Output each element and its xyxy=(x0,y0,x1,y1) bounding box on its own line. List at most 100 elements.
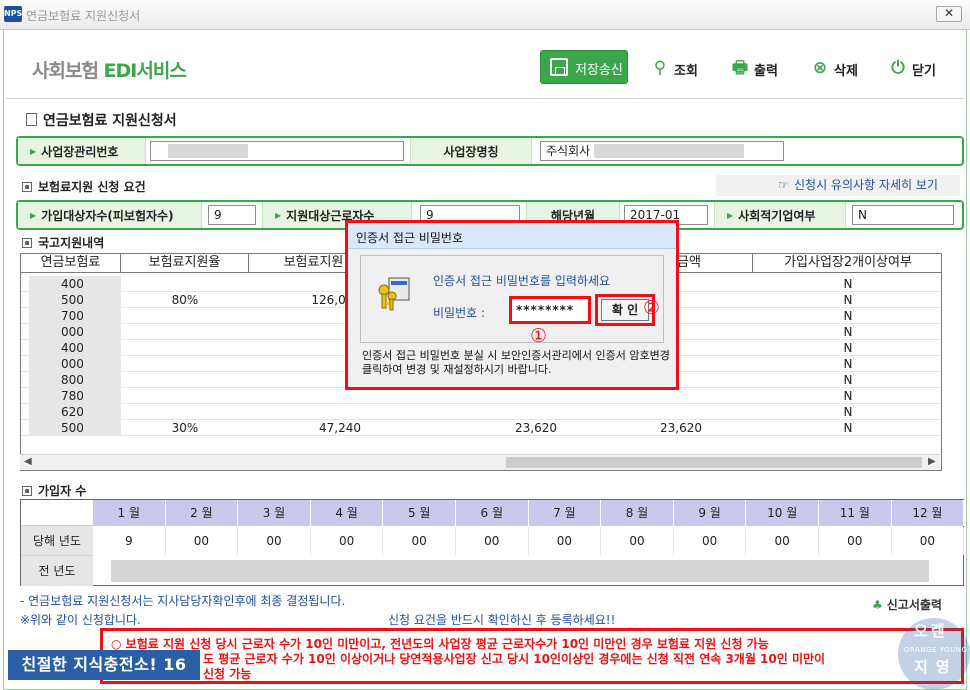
delete-button[interactable]: ⊗ 삭제 xyxy=(810,52,862,86)
watermark-top-text: 오렌 xyxy=(914,622,948,640)
dialog-title-bar[interactable]: 인증서 접근 비밀번호 xyxy=(348,223,676,249)
dialog-prompt: 인증서 접근 비밀번호를 입력하세요 xyxy=(433,274,611,288)
month-header: 12 월 xyxy=(891,500,965,526)
table-cell xyxy=(249,388,369,404)
search-button[interactable]: ⚲ 조회 xyxy=(650,52,702,86)
warning-line-2: 도 평균 근로자 수가 10인 이상이거나 당연적용사업장 신고 당시 10인이… xyxy=(203,652,826,666)
table-cell: 500 xyxy=(29,292,121,308)
table-cell: 000 xyxy=(29,356,121,372)
month-header: 5 월 xyxy=(383,500,456,526)
month-value-cell[interactable]: 00 xyxy=(674,527,747,555)
arrow-icon: ▶ xyxy=(30,210,37,220)
month-header: 10 월 xyxy=(746,500,819,526)
confirm-button[interactable]: 확 인 xyxy=(601,299,649,321)
corner-cell xyxy=(21,500,93,526)
table-cell: 000 xyxy=(29,324,121,340)
arrow-icon: ▶ xyxy=(30,146,37,156)
search-pin-icon: ⚲ xyxy=(653,58,667,78)
subscribers-section-title: 가입자 수 xyxy=(22,482,86,499)
table-cell xyxy=(121,388,249,404)
column-header[interactable]: 보험료지원율 xyxy=(121,254,249,273)
requirements-title-text: 보험료지원 신청 요건 xyxy=(38,180,146,194)
month-value-cell[interactable]: 9 xyxy=(93,527,166,555)
dialog-content-panel: 인증서 접근 비밀번호를 입력하세요 비밀번호 : ******** 확 인 xyxy=(360,255,664,343)
certificate-password-dialog: 인증서 접근 비밀번호 인증서 접근 비밀번호를 입력하세요 비밀번호 : **… xyxy=(345,220,679,390)
printer-icon: 🖶 xyxy=(731,58,749,78)
month-value-cell[interactable]: 00 xyxy=(383,527,456,555)
header-divider xyxy=(6,98,964,99)
subscribers-field[interactable]: 9 xyxy=(208,205,256,225)
form-title-text: 연금보험료 지원신청서 xyxy=(43,113,177,129)
month-value-cell[interactable]: 00 xyxy=(456,527,529,555)
column-header[interactable]: 가입사업장2개이상여부 xyxy=(753,254,941,273)
month-value-cell[interactable]: 00 xyxy=(166,527,239,555)
window-title: 연금보험료 지원신청서 xyxy=(26,9,141,23)
close-button[interactable]: ⏻ 닫기 xyxy=(888,52,940,86)
mgmt-no-field[interactable] xyxy=(150,141,404,161)
save-send-button[interactable]: 저장송신 xyxy=(540,50,628,84)
table-cell xyxy=(379,404,565,420)
social-enterprise-field[interactable]: N xyxy=(852,205,954,225)
app-icon: NPS xyxy=(4,6,22,22)
scroll-right-icon[interactable]: ▶ xyxy=(928,456,936,467)
month-value-cell[interactable]: 00 xyxy=(529,527,602,555)
month-header: 7 월 xyxy=(528,500,602,526)
table-cell: 400 xyxy=(29,276,121,292)
table-cell xyxy=(121,276,249,292)
table-cell: 780 xyxy=(29,388,121,404)
subscribers-label-text: 가입대상자수(피보험자수) xyxy=(41,208,174,223)
month-value-cell[interactable]: 00 xyxy=(311,527,384,555)
month-value-cell[interactable]: 00 xyxy=(819,527,892,555)
delete-label: 삭제 xyxy=(834,64,858,79)
column-header[interactable]: 연금보험료 xyxy=(21,254,121,273)
footer-note-2: ※위와 같이 신청합니다. xyxy=(20,613,141,627)
subscribers-label: ▶ 가입대상자수(피보험자수) xyxy=(18,202,202,228)
previous-year-label: 전 년도 xyxy=(21,556,93,586)
tree-icon: ♣ xyxy=(872,598,883,612)
table-cell xyxy=(379,388,565,404)
footer-note-1: - 연금보험료 지원신청서는 지사담당자확인후에 최종 결정됩니다. xyxy=(20,594,346,608)
arrow-icon: ▶ xyxy=(275,210,282,220)
section-bullet-icon xyxy=(22,238,32,248)
table-cell: 620 xyxy=(29,404,121,420)
table-row[interactable]: 620 N xyxy=(21,404,941,420)
scroll-left-icon[interactable]: ◀ xyxy=(24,456,32,467)
month-header: 11 월 xyxy=(819,500,892,526)
business-name-field[interactable]: 주식회사 xyxy=(540,141,784,161)
month-value-cell[interactable]: 00 xyxy=(601,527,674,555)
scroll-thumb[interactable] xyxy=(506,457,922,468)
month-value-cell[interactable]: 00 xyxy=(746,527,819,555)
table-row[interactable]: 780 N xyxy=(21,388,941,404)
print-label: 출력 xyxy=(754,64,778,79)
table-cell: 23,620 xyxy=(515,421,557,435)
report-print-button[interactable]: ♣ 신고서출력 xyxy=(872,596,942,613)
previous-year-masked-cells xyxy=(111,560,929,582)
month-value-cell[interactable]: 00 xyxy=(892,527,965,555)
subscribers-title-text: 가입자 수 xyxy=(38,484,87,498)
notice-link-text: 신청시 유의사항 자세히 보기 xyxy=(794,178,938,192)
footer-note-3: 신청 요건을 반드시 확인하신 후 등록하세요!! xyxy=(388,613,616,627)
social-enterprise-label-text: 사회적기업여부 xyxy=(738,208,816,223)
masked-value xyxy=(594,144,745,158)
table-cell: N xyxy=(843,389,853,403)
table-cell xyxy=(121,324,249,340)
column-header[interactable]: 금액 xyxy=(673,254,753,273)
save-send-label: 저장송신 xyxy=(575,63,623,78)
table-row[interactable]: 500 30% 47,240 23,620 23,620 N xyxy=(21,420,941,436)
arrow-icon: ▶ xyxy=(727,210,734,220)
table-cell: 23,620 xyxy=(660,421,702,435)
table-cell: N xyxy=(843,293,853,307)
masked-value xyxy=(168,144,248,158)
table-cell: N xyxy=(843,309,853,323)
password-input[interactable]: ******** xyxy=(509,296,591,324)
month-header: 6 월 xyxy=(456,500,529,526)
notice-link[interactable]: ☞ 신청시 유의사항 자세히 보기 xyxy=(716,175,960,196)
brand-logo: 사회보험 EDI서비스 xyxy=(32,56,187,83)
save-icon xyxy=(550,58,568,76)
table-cell xyxy=(121,308,249,324)
month-value-cell[interactable]: 00 xyxy=(238,527,311,555)
month-header: 1 월 xyxy=(93,500,166,526)
table-cell: 80% xyxy=(171,293,199,307)
window-close-button[interactable]: ✕ xyxy=(936,6,962,22)
print-button[interactable]: 🖶 출력 xyxy=(730,52,782,86)
